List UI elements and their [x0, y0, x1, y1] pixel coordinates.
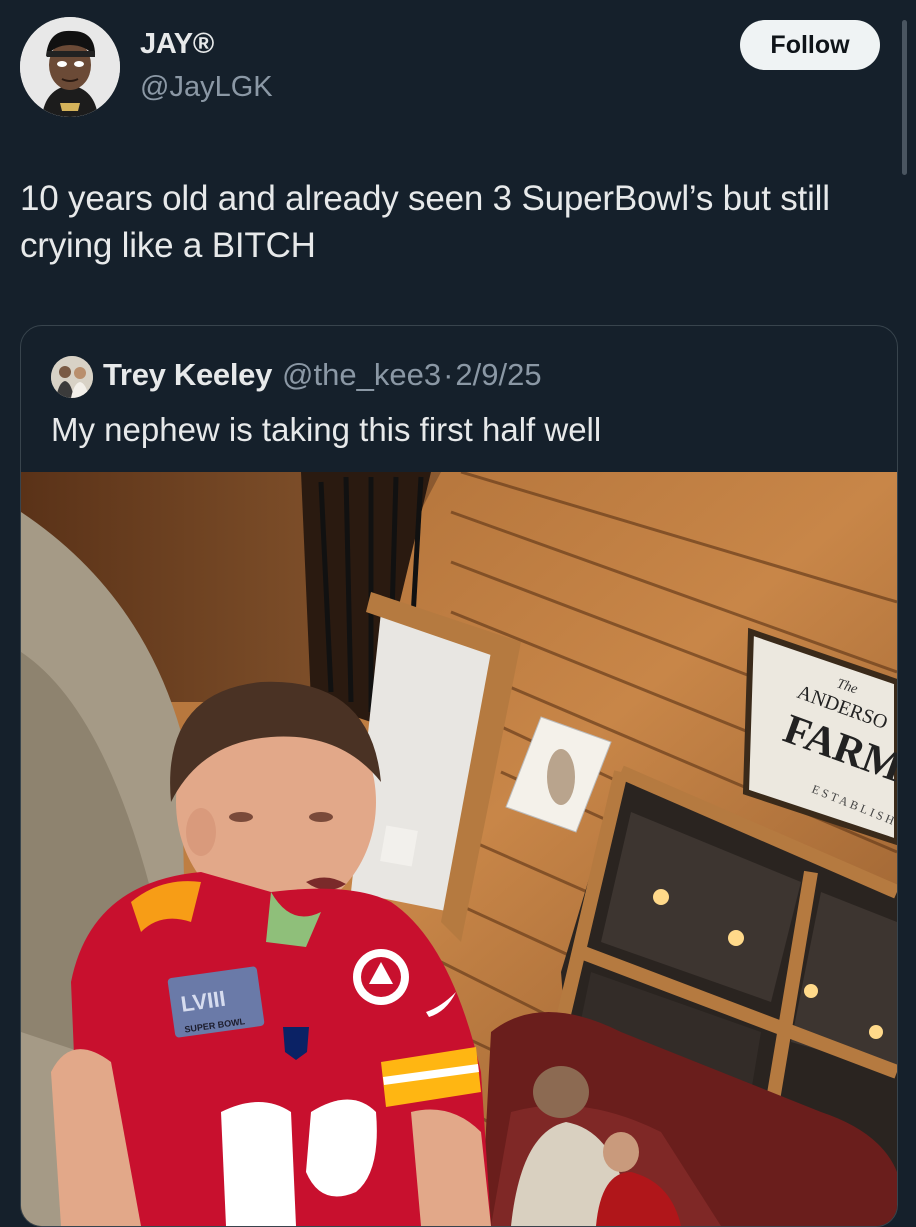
photo-illustration: The ANDERSO FARMH ESTABLISH LVIII SUPER …	[21, 472, 897, 1226]
quoted-tweet-date[interactable]: 2/9/25	[455, 357, 541, 393]
author-handle[interactable]: @JayLGK	[140, 71, 273, 104]
scrollbar[interactable]	[902, 20, 907, 175]
tweet-text: 10 years old and already seen 3 SuperBow…	[20, 179, 830, 265]
quoted-tweet-header: Trey Keeley @the_kee3 · 2/9/25	[103, 357, 542, 393]
quoted-author-avatar[interactable]	[51, 356, 93, 398]
quoted-tweet-text: My nephew is taking this first half well	[51, 411, 602, 448]
quoted-author-name[interactable]: Trey Keeley	[103, 357, 272, 393]
quoted-tweet-card[interactable]: Trey Keeley @the_kee3 · 2/9/25 My nephew…	[20, 325, 898, 1227]
quoted-author-handle[interactable]: @the_kee3	[282, 357, 441, 393]
avatar-illustration	[20, 17, 120, 117]
author-avatar[interactable]	[20, 17, 120, 117]
super-bowl-patch: LVIII SUPER BOWL	[167, 966, 265, 1038]
follow-button[interactable]: Follow	[740, 20, 880, 70]
quoted-tweet-photo[interactable]: The ANDERSO FARMH ESTABLISH LVIII SUPER …	[21, 472, 897, 1226]
separator-dot: ·	[443, 357, 454, 392]
quoted-avatar-photo	[51, 356, 93, 398]
author-display-name[interactable]: JAY®	[140, 28, 214, 61]
